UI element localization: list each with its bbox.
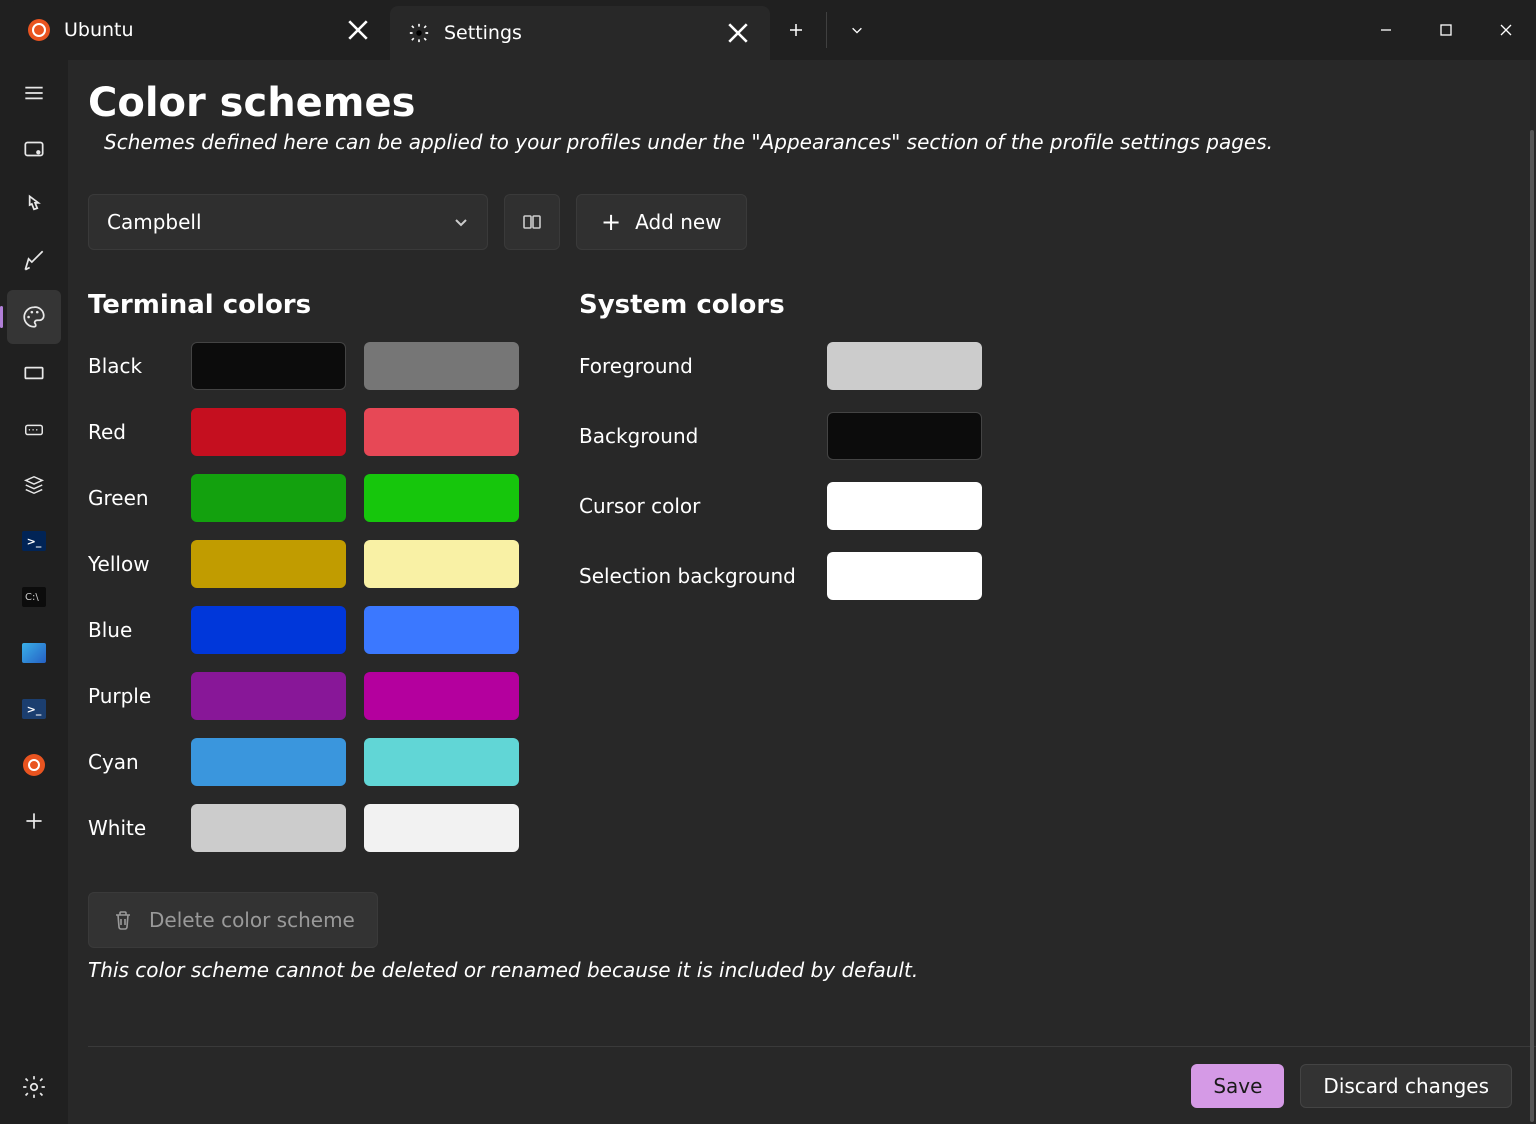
scheme-selector-row: Campbell + Add new	[88, 194, 1512, 250]
sidebar-profile-cmd[interactable]: C:\	[7, 570, 61, 624]
color-swatch-green-bright[interactable]	[364, 474, 519, 522]
color-label-black: Black	[88, 354, 173, 378]
close-icon[interactable]	[724, 19, 752, 47]
delete-scheme-button[interactable]: Delete color scheme	[88, 892, 378, 948]
plus-icon: +	[601, 210, 621, 234]
color-label-cyan: Cyan	[88, 750, 173, 774]
trash-icon	[111, 908, 135, 932]
sidebar-item-interaction[interactable]	[7, 178, 61, 232]
tab-settings-label: Settings	[444, 22, 710, 44]
sidebar-item-color-schemes[interactable]	[7, 290, 61, 344]
page-description: Schemes defined here can be applied to y…	[104, 130, 1512, 154]
system-color-label-cursor-color: Cursor color	[579, 494, 809, 518]
window-controls	[1356, 0, 1536, 60]
color-swatch-black-bright[interactable]	[364, 342, 519, 390]
add-profile-button[interactable]	[7, 794, 61, 848]
color-swatch-white-normal[interactable]	[191, 804, 346, 852]
close-window-button[interactable]	[1476, 0, 1536, 60]
system-color-label-selection-background: Selection background	[579, 564, 809, 588]
color-swatch-cyan-normal[interactable]	[191, 738, 346, 786]
color-swatch-red-normal[interactable]	[191, 408, 346, 456]
color-swatch-blue-normal[interactable]	[191, 606, 346, 654]
system-color-label-foreground: Foreground	[579, 354, 809, 378]
ubuntu-icon	[28, 19, 50, 41]
divider	[826, 12, 827, 48]
scrollbar[interactable]	[1530, 130, 1534, 1122]
add-new-scheme-button[interactable]: + Add new	[576, 194, 747, 250]
system-color-swatch-cursor-color[interactable]	[827, 482, 982, 530]
hamburger-menu-button[interactable]	[7, 66, 61, 120]
sidebar-settings-button[interactable]	[7, 1060, 61, 1114]
save-button[interactable]: Save	[1191, 1064, 1284, 1108]
sidebar-item-startup[interactable]	[7, 122, 61, 176]
ubuntu-icon	[23, 754, 45, 776]
tab-settings[interactable]: Settings	[390, 6, 770, 60]
sidebar: >_ C:\ >_	[0, 60, 68, 1124]
color-label-red: Red	[88, 420, 173, 444]
add-new-label: Add new	[635, 210, 721, 234]
powershell-icon: >_	[22, 531, 46, 551]
close-icon[interactable]	[344, 16, 372, 44]
chevron-down-icon	[453, 214, 469, 230]
delete-scheme-note: This color scheme cannot be deleted or r…	[88, 958, 1512, 982]
title-bar: Ubuntu Settings	[0, 0, 1536, 60]
color-swatch-purple-bright[interactable]	[364, 672, 519, 720]
sidebar-profile-ubuntu[interactable]	[7, 738, 61, 792]
color-swatch-black-normal[interactable]	[191, 342, 346, 390]
page-title: Color schemes	[88, 80, 1512, 126]
system-color-swatch-foreground[interactable]	[827, 342, 982, 390]
color-swatch-yellow-bright[interactable]	[364, 540, 519, 588]
tab-dropdown-button[interactable]	[831, 0, 883, 60]
color-label-yellow: Yellow	[88, 552, 173, 576]
sidebar-item-appearance[interactable]	[7, 234, 61, 288]
discard-button-label: Discard changes	[1323, 1074, 1489, 1098]
tab-ubuntu[interactable]: Ubuntu	[10, 0, 390, 60]
color-label-white: White	[88, 816, 173, 840]
rename-icon	[520, 210, 544, 234]
system-color-label-background: Background	[579, 424, 809, 448]
terminal-colors-heading: Terminal colors	[88, 290, 519, 320]
sidebar-profile-powershell-7[interactable]: >_	[7, 682, 61, 736]
color-swatch-green-normal[interactable]	[191, 474, 346, 522]
color-swatch-yellow-normal[interactable]	[191, 540, 346, 588]
color-swatch-white-bright[interactable]	[364, 804, 519, 852]
terminal-colors-section: Terminal colors Black Red Green Yellow Blue P…	[88, 290, 519, 852]
new-tab-button[interactable]	[770, 0, 822, 60]
footer-bar: Save Discard changes	[88, 1046, 1536, 1124]
rename-scheme-button[interactable]	[504, 194, 560, 250]
cmd-icon: C:\	[22, 587, 46, 607]
sidebar-item-rendering[interactable]	[7, 346, 61, 400]
powershell-icon: >_	[22, 699, 46, 719]
sidebar-item-actions[interactable]	[7, 402, 61, 456]
system-colors-heading: System colors	[579, 290, 982, 320]
color-label-green: Green	[88, 486, 173, 510]
sidebar-profile-azure[interactable]	[7, 626, 61, 680]
color-swatch-blue-bright[interactable]	[364, 606, 519, 654]
gear-icon	[408, 22, 430, 44]
azure-icon	[22, 643, 46, 663]
save-button-label: Save	[1213, 1074, 1262, 1098]
sidebar-profile-powershell[interactable]: >_	[7, 514, 61, 568]
color-swatch-cyan-bright[interactable]	[364, 738, 519, 786]
system-color-swatch-selection-background[interactable]	[827, 552, 982, 600]
tab-ubuntu-label: Ubuntu	[64, 19, 330, 41]
scheme-dropdown[interactable]: Campbell	[88, 194, 488, 250]
system-colors-section: System colors Foreground Background Cursor…	[579, 290, 982, 852]
color-label-blue: Blue	[88, 618, 173, 642]
delete-scheme-label: Delete color scheme	[149, 908, 355, 932]
color-label-purple: Purple	[88, 684, 173, 708]
system-color-swatch-background[interactable]	[827, 412, 982, 460]
color-swatch-purple-normal[interactable]	[191, 672, 346, 720]
color-swatch-red-bright[interactable]	[364, 408, 519, 456]
scheme-dropdown-value: Campbell	[107, 210, 202, 234]
main-content: Color schemes Schemes defined here can b…	[68, 60, 1536, 1124]
maximize-button[interactable]	[1416, 0, 1476, 60]
minimize-button[interactable]	[1356, 0, 1416, 60]
discard-button[interactable]: Discard changes	[1300, 1064, 1512, 1108]
sidebar-item-defaults[interactable]	[7, 458, 61, 512]
